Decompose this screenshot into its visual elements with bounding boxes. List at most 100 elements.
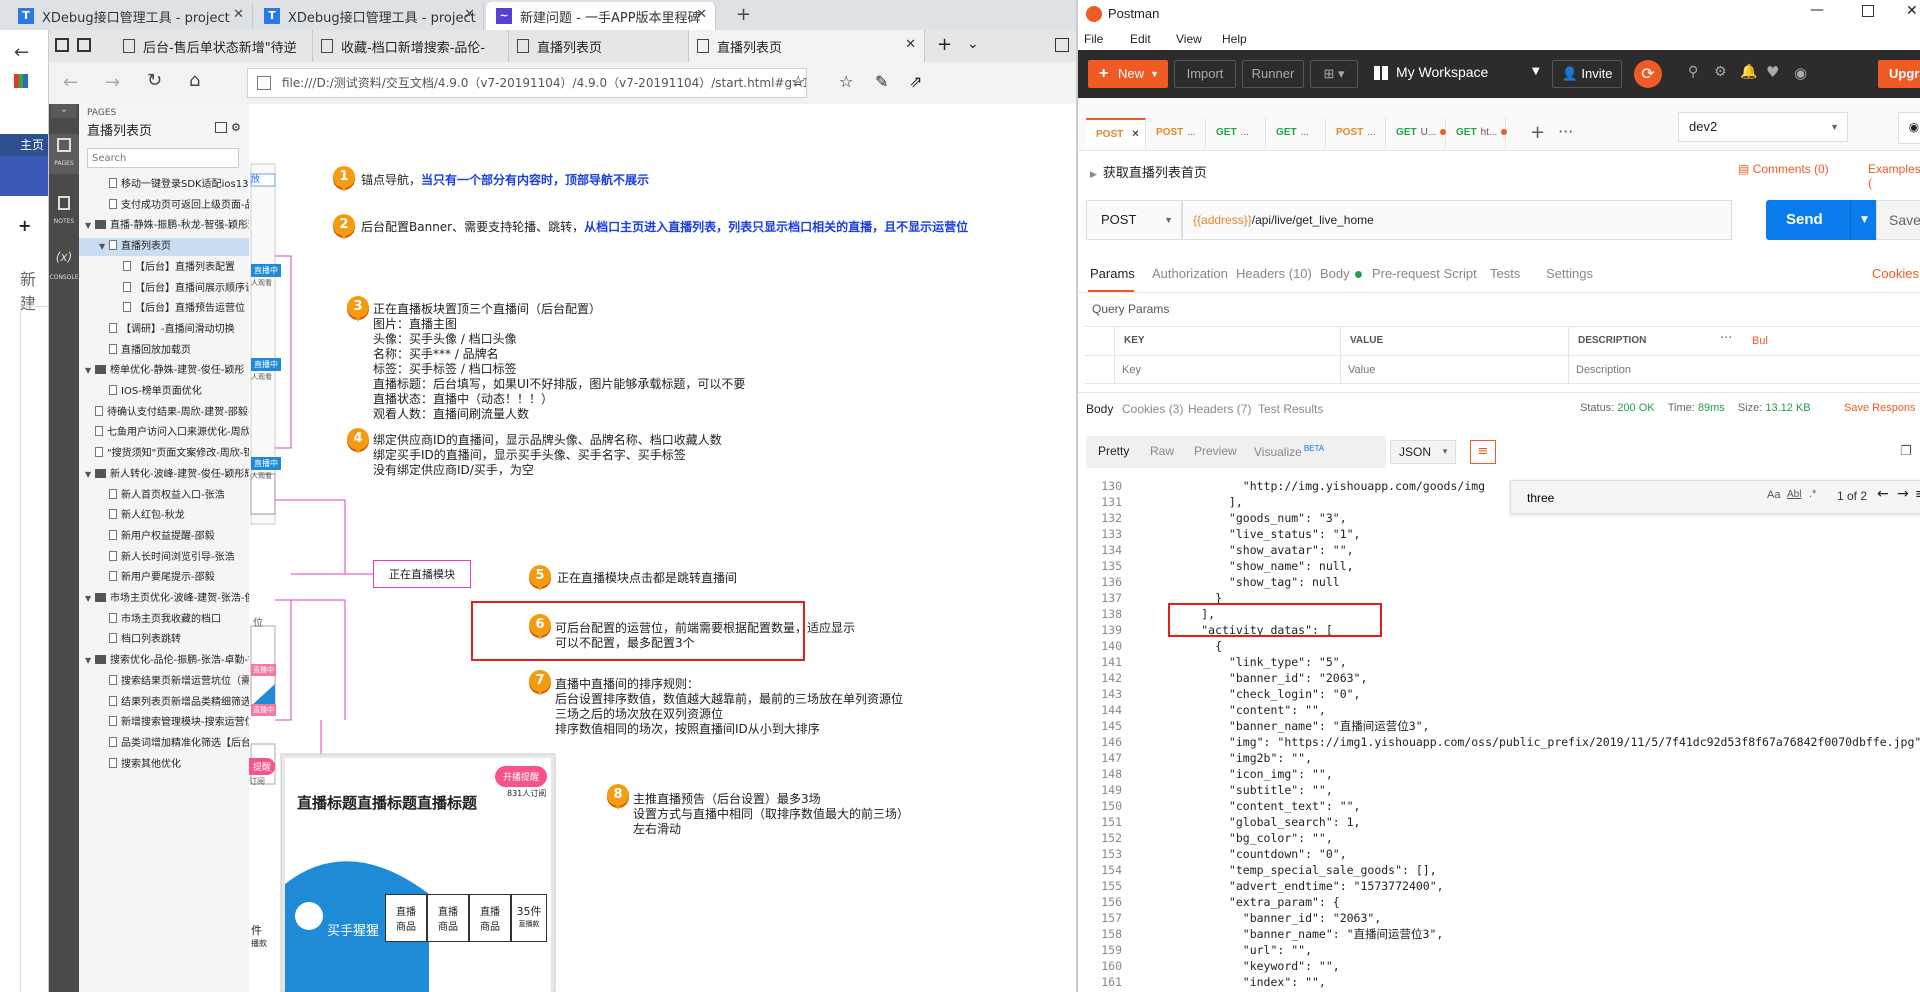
view-mode-raw[interactable]: Raw (1150, 444, 1174, 458)
expand-triangle-icon[interactable]: ▼ (85, 590, 95, 608)
cookies-link[interactable]: Cookies (1872, 266, 1919, 281)
tree-page[interactable]: 【后台】直播预告运营位 (79, 300, 249, 318)
address-bar[interactable]: file:///D:/测试资料/交互文档/4.9.0（v7-20191104）/… (247, 68, 807, 98)
save-response-link[interactable]: Save Respons (1844, 402, 1916, 414)
param-value-input[interactable] (1346, 359, 1550, 381)
request-tab[interactable]: GET ht... (1446, 118, 1508, 148)
copy-icon[interactable]: ❐ (1900, 444, 1912, 459)
request-sub-tab[interactable]: Authorization (1152, 266, 1228, 281)
info-icon[interactable] (257, 76, 271, 90)
environment-select[interactable]: dev2 ▼ (1678, 112, 1848, 142)
request-tab[interactable]: GET... (1266, 118, 1326, 148)
tree-page[interactable]: 七鱼用户访问入口来源优化-周欣-达尔 (79, 424, 249, 442)
request-tab[interactable]: GET... (1206, 118, 1266, 148)
favorites-icon[interactable]: ☆ (839, 72, 853, 91)
tree-page[interactable]: 【后台】直播列表配置 (79, 259, 249, 277)
tree-page[interactable]: 直播回放加载页 (79, 342, 249, 360)
plus-icon[interactable]: + (18, 216, 31, 235)
refresh-icon[interactable]: ↻ (147, 70, 162, 91)
regex-toggle[interactable]: .* (1809, 488, 1816, 500)
toggle-selection-icon[interactable]: ≡ (1915, 487, 1920, 502)
collapse-icon[interactable]: ⌄ (51, 104, 77, 118)
menu-file[interactable]: File (1084, 32, 1103, 46)
share-icon[interactable]: ⇗ (909, 72, 922, 91)
whole-word-toggle[interactable]: Abl (1787, 489, 1801, 500)
home-icon[interactable]: ⌂ (189, 70, 200, 91)
wrap-lines-icon[interactable]: ≡ (1470, 440, 1496, 464)
request-name[interactable]: ▶ 获取直播列表首页 (1090, 162, 1207, 181)
sync-icon[interactable]: ⟳ (1634, 60, 1662, 88)
request-sub-tab[interactable]: Params (1090, 266, 1135, 281)
send-button[interactable]: Send (1766, 200, 1850, 240)
tree-page[interactable]: ▼ 直播列表页 (79, 238, 249, 257)
url-input[interactable]: {{address}}/api/live/get_live_home (1182, 200, 1732, 240)
close-icon[interactable]: ✕ (233, 7, 244, 22)
tree-page[interactable]: 新增搜索管理模块-搜索运营位【 (79, 714, 249, 732)
tree-page[interactable]: 支付成功页可返回上级页面-品伦-建彰 (79, 197, 249, 215)
tree-page[interactable]: 搜索其他优化 (79, 756, 249, 774)
method-select[interactable]: POST ▼ (1086, 200, 1182, 240)
chrome-tab-1[interactable]: T XDebug接口管理工具 - project ✕ (8, 2, 253, 30)
new-button[interactable]: + New ▼ (1088, 60, 1168, 88)
save-button[interactable]: Save (1876, 200, 1920, 240)
tab-preview-icon[interactable] (77, 38, 91, 52)
tree-page[interactable]: 新人长时间浏览引导-张浩 (79, 549, 249, 567)
upgrade-button[interactable]: Upgrade (1878, 60, 1920, 88)
view-mode-preview[interactable]: Preview (1194, 444, 1237, 458)
inner-tab-3[interactable]: 直播列表页 (509, 30, 689, 62)
new-tab-icon[interactable]: + (937, 34, 952, 55)
avatar-icon[interactable]: ◉ (1794, 64, 1807, 82)
format-select[interactable]: JSON ▼ (1390, 440, 1456, 464)
tree-page[interactable]: 【后台】直播间展示顺序设置 (79, 280, 249, 298)
match-case-toggle[interactable]: Aa (1767, 489, 1780, 501)
pages-search-input[interactable] (87, 148, 239, 168)
request-tab[interactable]: POST... (1146, 118, 1206, 148)
tree-folder[interactable]: ▼ 市场主页优化-波峰-建贺-张浩-俊任- (79, 590, 249, 608)
caret-down-icon[interactable]: ▼ (1532, 66, 1540, 77)
forward-icon[interactable]: → (105, 72, 120, 93)
tree-page[interactable]: 市场主页我收藏的档口 (79, 611, 249, 629)
expand-triangle-icon[interactable]: ▼ (85, 652, 95, 670)
tree-folder[interactable]: ▼ 榜单优化-静姝-建贺-俊任-颖彤 (79, 362, 249, 380)
tree-page[interactable]: 搜索结果页新增运营坑位（需ab (79, 673, 249, 691)
expand-triangle-icon[interactable]: ▼ (85, 217, 95, 235)
workspace-selector[interactable]: My Workspace (1396, 64, 1488, 80)
tree-page[interactable]: 新用户要尾提示-邵毅 (79, 569, 249, 587)
menu-help[interactable]: Help (1222, 32, 1247, 46)
heart-icon[interactable]: ♥ (1766, 63, 1779, 81)
bulk-edit-link[interactable]: Bul (1752, 335, 1768, 347)
chevron-down-icon[interactable]: ⌄ (967, 36, 979, 52)
console-tab[interactable]: (x) CONSOLE (49, 248, 79, 288)
pages-tab[interactable]: PAGES (49, 134, 79, 174)
inner-tab-1[interactable]: 后台-售后单状态新增"待逆 (115, 30, 313, 62)
more-tabs-icon[interactable]: ··· (1558, 122, 1573, 141)
request-sub-tab[interactable]: Settings (1546, 266, 1593, 281)
back-icon[interactable]: ← (14, 42, 29, 63)
tree-page[interactable]: 【调研】-直播间滑动切换 (79, 321, 249, 339)
chrome-tab-3[interactable]: ~ 新建问题 - 一手APP版本里程碑 ✕ (486, 2, 716, 30)
expand-triangle-icon[interactable]: ▼ (85, 362, 95, 380)
new-window-button[interactable]: ⊞ ▾ (1310, 60, 1358, 88)
request-sub-tab[interactable]: Body (1320, 266, 1362, 281)
find-input[interactable] (1525, 487, 1719, 509)
more-options-icon[interactable]: ··· (1720, 331, 1732, 346)
runner-button[interactable]: Runner (1242, 60, 1304, 88)
minimize-icon[interactable]: — (1810, 2, 1824, 18)
maximize-icon[interactable] (1055, 38, 1069, 52)
export-icon[interactable] (215, 122, 227, 133)
request-tab[interactable]: POST... (1326, 118, 1386, 148)
tab-set-aside-icon[interactable] (55, 38, 69, 52)
chrome-tab-2[interactable]: T XDebug接口管理工具 - project ✕ (254, 2, 484, 30)
apps-icon[interactable] (14, 74, 28, 88)
preview-remind-button[interactable]: 开播提醒 (495, 766, 548, 787)
param-description-input[interactable] (1574, 359, 1778, 381)
expand-triangle-icon[interactable]: ▼ (99, 238, 109, 256)
close-icon[interactable]: ✕ (1906, 3, 1918, 19)
tree-folder[interactable]: ▼ 直播-静姝-振鹏-秋龙-智强-颖彤辉锋- (79, 217, 249, 235)
notes-tab[interactable]: NOTES (49, 192, 79, 232)
invite-button[interactable]: 👤 Invite (1552, 60, 1622, 88)
next-match-icon[interactable]: → (1897, 486, 1909, 502)
param-key-input[interactable] (1120, 359, 1324, 381)
settings-icon[interactable]: ⚙ (231, 121, 241, 134)
back-icon[interactable]: ← (63, 72, 78, 93)
